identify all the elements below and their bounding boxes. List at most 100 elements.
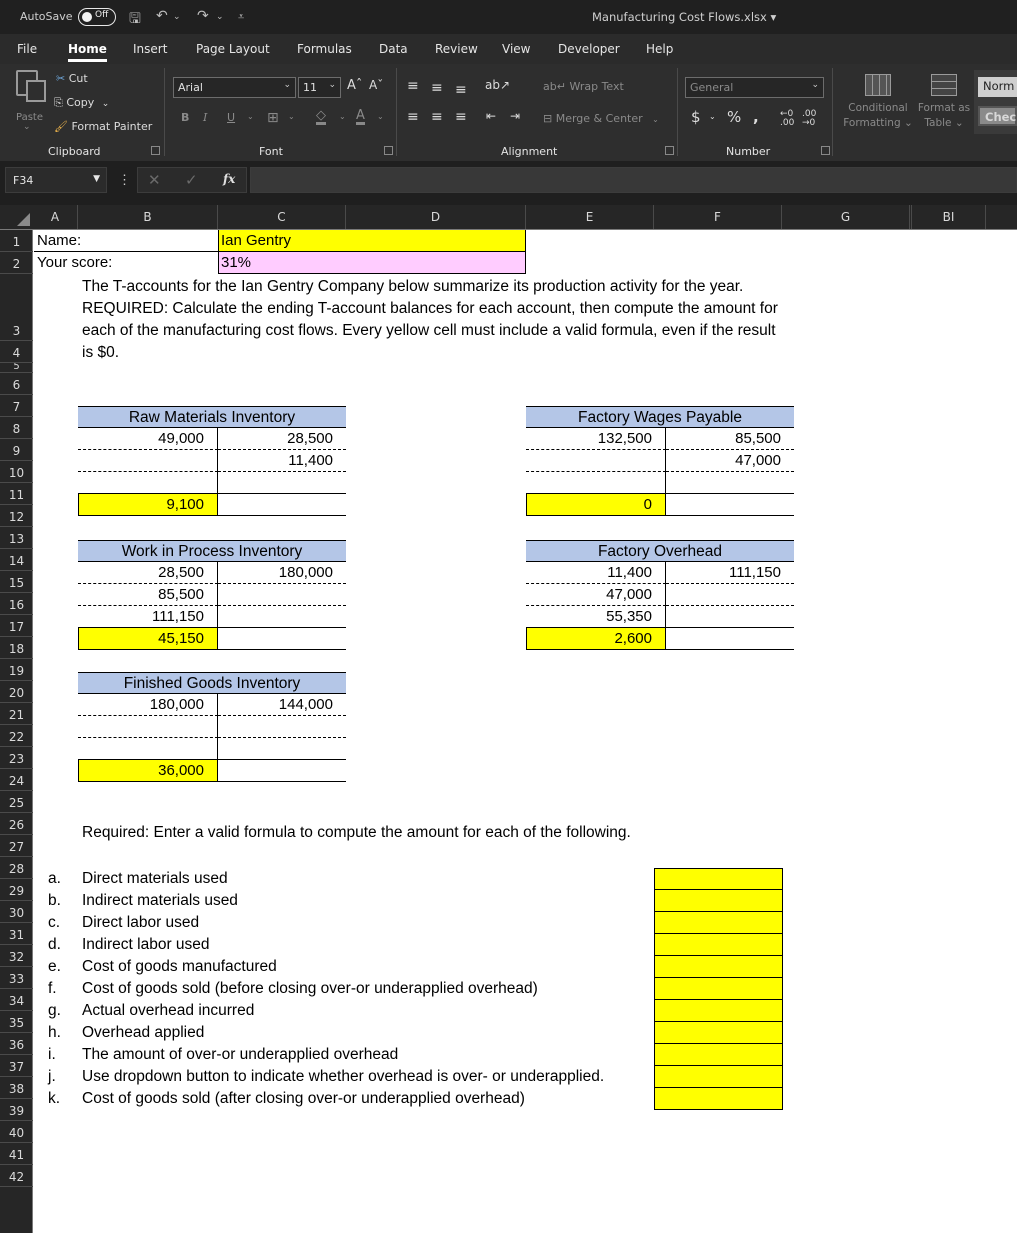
format-painter-button[interactable]: 🖌 Format Painter (54, 120, 152, 133)
align-left-icon[interactable]: ≡ (407, 109, 419, 125)
row-header-14[interactable]: 14 (0, 549, 33, 571)
finished-goods-debit-2[interactable] (78, 716, 218, 738)
formula-input[interactable] (250, 167, 1017, 193)
answer-cell[interactable] (654, 1000, 783, 1022)
cancel-icon[interactable]: ✕ (148, 171, 161, 189)
paste-button[interactable]: Paste (14, 70, 48, 126)
wrap-text-button[interactable]: ab↵ Wrap Text (543, 80, 624, 93)
row-header-17[interactable]: 17 (0, 615, 33, 637)
factory-overhead-ending-balance[interactable]: 2,600 (526, 628, 666, 650)
tab-developer[interactable]: Developer (558, 42, 620, 56)
name-label-cell[interactable]: Name: (34, 230, 218, 252)
increase-decimal-icon[interactable]: ←0.00 (780, 110, 794, 128)
row-header-13[interactable]: 13 (0, 527, 33, 549)
format-as-table-button[interactable]: Format as Table ⌄ (914, 74, 974, 131)
undo-dropdown-icon[interactable]: ⌄ (173, 12, 181, 22)
row-header-26[interactable]: 26 (0, 813, 33, 835)
decrease-font-size-icon[interactable]: Aˇ (369, 78, 383, 92)
score-value-cell[interactable]: 31% (218, 252, 526, 274)
tab-formulas[interactable]: Formulas (297, 42, 352, 56)
factory-wages-ending-credit[interactable] (666, 494, 794, 516)
row-header-32[interactable]: 32 (0, 945, 33, 967)
work-in-process-credit-3[interactable] (218, 606, 346, 628)
merge-center-button[interactable]: ⊟ Merge & Center ⌄ (543, 112, 659, 125)
row-header-15[interactable]: 15 (0, 571, 33, 593)
font-name-dropdown[interactable]: Arial ⌄ (173, 77, 296, 98)
raw-materials-credit-1[interactable]: 28,500 (218, 428, 346, 450)
answer-cell[interactable] (654, 978, 783, 1000)
save-icon[interactable]: 🖫 (129, 8, 141, 32)
select-all-button[interactable] (0, 205, 33, 229)
tab-home[interactable]: Home (68, 42, 107, 62)
borders-icon[interactable]: ⊞ (267, 110, 279, 126)
finished-goods-credit-3[interactable] (218, 738, 346, 760)
row-header-31[interactable]: 31 (0, 923, 33, 945)
underline-dropdown-icon[interactable]: ⌄ (247, 112, 254, 121)
factory-overhead-credit-2[interactable] (666, 584, 794, 606)
finished-goods-title[interactable]: Finished Goods Inventory (78, 672, 346, 694)
answer-cell[interactable] (654, 1022, 783, 1044)
column-header-g[interactable]: G (782, 205, 912, 229)
font-color-dropdown-icon[interactable]: ⌄ (377, 112, 384, 121)
column-header-a[interactable]: A (33, 205, 78, 229)
currency-dropdown-icon[interactable]: ⌄ (709, 112, 716, 121)
row-header-1[interactable]: 1 (0, 230, 33, 252)
row-header-30[interactable]: 30 (0, 901, 33, 923)
work-in-process-ending-credit[interactable] (218, 628, 346, 650)
factory-wages-debit-2[interactable] (526, 450, 666, 472)
tab-file[interactable]: File (17, 42, 37, 56)
name-value-cell[interactable]: Ian Gentry (218, 230, 526, 252)
raw-materials-debit-3[interactable] (78, 472, 218, 494)
enter-icon[interactable]: ✓ (185, 171, 198, 189)
column-header-c[interactable]: C (218, 205, 346, 229)
row-header-37[interactable]: 37 (0, 1055, 33, 1077)
copy-button[interactable]: ⎘ Copy ⌄ (54, 96, 109, 110)
row-header-36[interactable]: 36 (0, 1033, 33, 1055)
customize-qat-icon[interactable]: ⩡ (238, 10, 244, 24)
tab-insert[interactable]: Insert (133, 42, 167, 56)
row-header-9[interactable]: 9 (0, 439, 33, 461)
finished-goods-credit-2[interactable] (218, 716, 346, 738)
answer-cell[interactable] (654, 868, 783, 890)
raw-materials-debit-2[interactable] (78, 450, 218, 472)
row-header-34[interactable]: 34 (0, 989, 33, 1011)
conditional-formatting-button[interactable]: Conditional Formatting ⌄ (843, 74, 913, 131)
row-header-40[interactable]: 40 (0, 1121, 33, 1143)
row-header-24[interactable]: 24 (0, 769, 33, 791)
row-header-38[interactable]: 38 (0, 1077, 33, 1099)
factory-wages-credit-1[interactable]: 85,500 (666, 428, 794, 450)
row-header-7[interactable]: 7 (0, 395, 33, 417)
borders-dropdown-icon[interactable]: ⌄ (288, 112, 295, 121)
align-right-icon[interactable]: ≡ (455, 109, 467, 125)
finished-goods-debit-1[interactable]: 180,000 (78, 694, 218, 716)
row-header-27[interactable]: 27 (0, 835, 33, 857)
clipboard-launcher-icon[interactable] (151, 146, 160, 155)
row-header-12[interactable]: 12 (0, 505, 33, 527)
answer-cell[interactable] (654, 934, 783, 956)
row-header-41[interactable]: 41 (0, 1143, 33, 1165)
row-header-19[interactable]: 19 (0, 659, 33, 681)
alignment-launcher-icon[interactable] (665, 146, 674, 155)
more-options-icon[interactable]: ⋮ (118, 172, 131, 188)
cut-button[interactable]: ✂ Cut (56, 72, 88, 85)
fill-color-dropdown-icon[interactable]: ⌄ (339, 112, 346, 121)
answer-cell[interactable] (654, 1044, 783, 1066)
answer-cell[interactable] (654, 890, 783, 912)
tab-page-layout[interactable]: Page Layout (196, 42, 270, 56)
tab-view[interactable]: View (502, 42, 530, 56)
font-color-icon[interactable]: A (356, 109, 365, 125)
row-header-39[interactable]: 39 (0, 1099, 33, 1121)
redo-icon[interactable]: ↷ (197, 8, 209, 24)
row-header-33[interactable]: 33 (0, 967, 33, 989)
row-header-35[interactable]: 35 (0, 1011, 33, 1033)
number-launcher-icon[interactable] (821, 146, 830, 155)
finished-goods-credit-1[interactable]: 144,000 (218, 694, 346, 716)
row-header-8[interactable]: 8 (0, 417, 33, 439)
raw-materials-credit-3[interactable] (218, 472, 346, 494)
currency-button[interactable]: $ (691, 108, 701, 126)
row-header-16[interactable]: 16 (0, 593, 33, 615)
row-header-6[interactable]: 6 (0, 373, 33, 395)
factory-wages-debit-3[interactable] (526, 472, 666, 494)
factory-overhead-debit-1[interactable]: 11,400 (526, 562, 666, 584)
row-header-28[interactable]: 28 (0, 857, 33, 879)
